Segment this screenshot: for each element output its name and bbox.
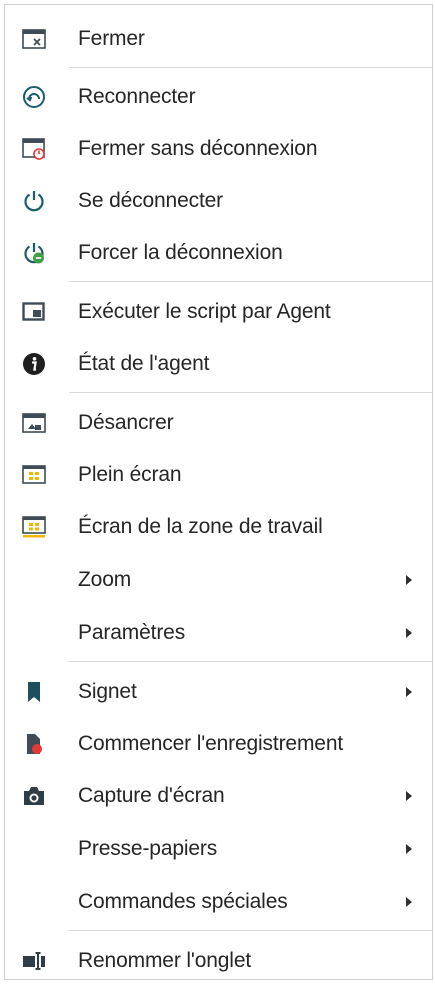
menu-item-label: Presse-papiers: [78, 837, 218, 860]
submenu-arrow-icon: [406, 791, 412, 801]
menu-item-reconnecter[interactable]: Reconnecter: [5, 71, 432, 123]
menu-item-label: Signet: [78, 680, 137, 703]
submenu-arrow-icon: [406, 628, 412, 638]
record-icon: [22, 732, 46, 756]
menu-item-desancrer[interactable]: Désancrer: [5, 397, 432, 449]
undock-icon: [22, 411, 46, 435]
submenu-arrow-icon: [406, 897, 412, 907]
rename-tab-icon: [22, 949, 46, 973]
menu-item-capture-ecran[interactable]: Capture d'écran: [5, 770, 432, 822]
fullscreen-icon: [22, 463, 46, 487]
menu-item-label: Renommer l'onglet: [78, 949, 252, 972]
menu-item-label: Forcer la déconnexion: [78, 241, 283, 264]
menu-item-presse-papiers[interactable]: Presse-papiers: [5, 823, 432, 875]
separator: [69, 930, 432, 931]
menu-item-etat-agent[interactable]: État de l'agent: [5, 338, 432, 390]
menu-item-label: Capture d'écran: [78, 784, 225, 807]
menu-item-label: Désancrer: [78, 411, 174, 434]
bookmark-icon: [22, 680, 46, 704]
power-icon: [22, 189, 46, 213]
workspace-screen-icon: [22, 515, 46, 539]
submenu-arrow-icon: [406, 575, 412, 585]
menu-item-zoom[interactable]: Zoom: [5, 554, 432, 606]
submenu-arrow-icon: [406, 687, 412, 697]
menu-item-label: Commencer l'enregistrement: [78, 732, 344, 755]
menu-item-se-deconnecter[interactable]: Se déconnecter: [5, 175, 432, 227]
context-menu: Fermer Reconnecter Fermer sans déconnexi…: [4, 4, 433, 980]
menu-item-signet[interactable]: Signet: [5, 666, 432, 718]
agent-script-icon: [22, 300, 46, 324]
separator: [69, 67, 432, 68]
menu-item-label: Commandes spéciales: [78, 890, 288, 913]
camera-icon: [22, 784, 46, 808]
menu-item-label: Se déconnecter: [78, 189, 224, 212]
menu-item-label: Exécuter le script par Agent: [78, 300, 331, 323]
menu-item-label: État de l'agent: [78, 352, 210, 375]
menu-item-label: Reconnecter: [78, 85, 196, 108]
separator: [69, 281, 432, 282]
menu-item-fermer-sans-deconnexion[interactable]: Fermer sans déconnexion: [5, 123, 432, 175]
menu-item-fermer[interactable]: Fermer: [5, 13, 432, 65]
menu-item-label: Fermer sans déconnexion: [78, 137, 318, 160]
menu-item-label: Zoom: [78, 568, 132, 591]
info-icon: [22, 352, 46, 376]
separator: [69, 661, 432, 662]
menu-item-renommer-onglet[interactable]: Renommer l'onglet: [5, 935, 432, 987]
menu-item-label: Paramètres: [78, 621, 186, 644]
close-window-icon: [22, 27, 46, 51]
menu-item-commencer-enregistrement[interactable]: Commencer l'enregistrement: [5, 718, 432, 770]
separator: [69, 392, 432, 393]
force-disconnect-icon: [22, 241, 46, 265]
menu-item-ecran-zone-travail[interactable]: Écran de la zone de travail: [5, 501, 432, 553]
menu-item-plein-ecran[interactable]: Plein écran: [5, 449, 432, 501]
submenu-arrow-icon: [406, 844, 412, 854]
menu-item-label: Écran de la zone de travail: [78, 515, 323, 538]
menu-item-label: Fermer: [78, 27, 145, 50]
menu-item-label: Plein écran: [78, 463, 182, 486]
menu-item-forcer-la-deconnexion[interactable]: Forcer la déconnexion: [5, 227, 432, 279]
menu-item-parametres[interactable]: Paramètres: [5, 607, 432, 659]
reconnect-icon: [22, 85, 46, 109]
menu-item-commandes-speciales[interactable]: Commandes spéciales: [5, 876, 432, 928]
close-without-disconnect-icon: [22, 137, 46, 161]
menu-item-executer-script-agent[interactable]: Exécuter le script par Agent: [5, 286, 432, 338]
